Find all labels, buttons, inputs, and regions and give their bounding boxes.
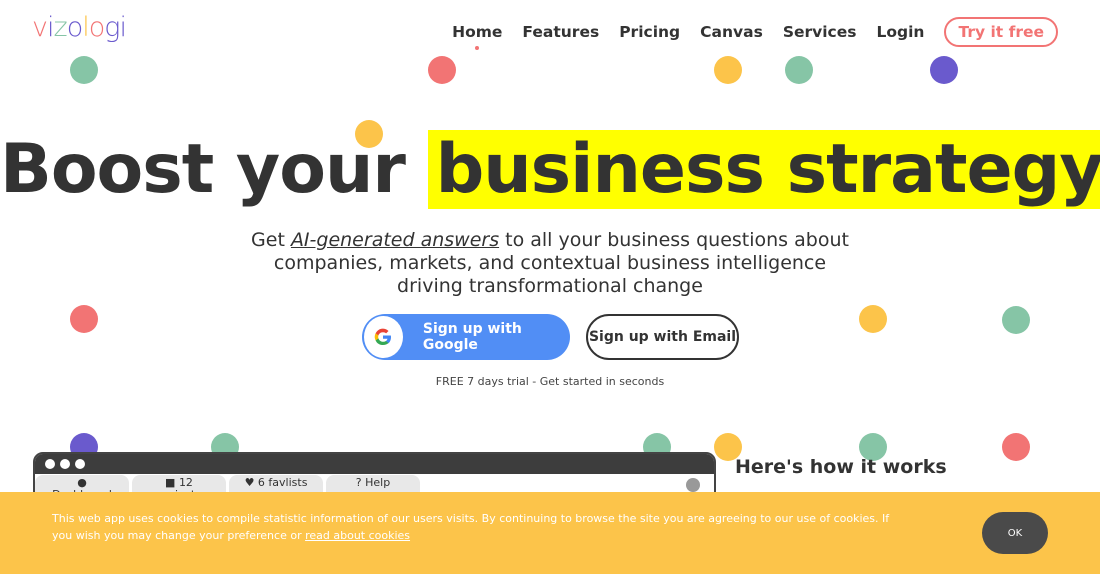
window-dot-icon [60, 459, 70, 469]
subtitle-pre: Get [251, 229, 291, 251]
title-plain: Boost your [0, 130, 406, 209]
trial-note: FREE 7 days trial - Get started in secon… [435, 375, 665, 388]
read-about-cookies-link[interactable]: read about cookies [305, 529, 410, 542]
nav-services[interactable]: Services [783, 23, 857, 41]
try-it-free-button[interactable]: Try it free [944, 17, 1058, 47]
google-button-label: Sign up with Google [422, 321, 522, 353]
decor-dot [428, 56, 456, 84]
google-icon [364, 316, 403, 358]
ai-answers-link[interactable]: AI-generated answers [291, 229, 499, 251]
nav-canvas[interactable]: Canvas [700, 23, 763, 41]
cookie-banner: This web app uses cookies to compile sta… [0, 492, 1100, 574]
title-highlight: business strategy [427, 130, 1100, 209]
nav-pricing[interactable]: Pricing [619, 23, 680, 41]
sign-up-google-button[interactable]: Sign up with Google [362, 314, 570, 360]
decor-dot [1002, 306, 1030, 334]
decor-dot [1002, 433, 1030, 461]
hero-subtitle: Get AI-generated answers to all your bus… [250, 229, 850, 298]
cookie-text: This web app uses cookies to compile sta… [52, 510, 902, 544]
nav-login[interactable]: Login [876, 23, 924, 41]
tab-label: Help [365, 476, 391, 489]
decor-dot [70, 56, 98, 84]
how-it-works-title: Here's how it works [735, 456, 947, 478]
nav-home[interactable]: Home [452, 23, 502, 41]
decor-dot [930, 56, 958, 84]
cookie-ok-button[interactable]: OK [982, 512, 1048, 554]
decor-dot [785, 56, 813, 84]
avatar [686, 478, 700, 492]
sign-up-email-button[interactable]: Sign up with Email [586, 314, 739, 360]
tab-label: 6 favlists [257, 476, 308, 489]
decor-dot [70, 305, 98, 333]
window-dot-icon [45, 459, 55, 469]
nav-features[interactable]: Features [522, 23, 599, 41]
window-titlebar [35, 454, 714, 474]
decor-dot [859, 305, 887, 333]
window-dot-icon [75, 459, 85, 469]
hero-title: Boost your business strategy [0, 130, 1100, 209]
decor-dot [714, 56, 742, 84]
cookie-message: This web app uses cookies to compile sta… [52, 512, 890, 542]
vizologi-logo[interactable]: vizologi [32, 12, 127, 43]
main-nav: Home Features Pricing Canvas Services Lo… [452, 17, 1058, 47]
